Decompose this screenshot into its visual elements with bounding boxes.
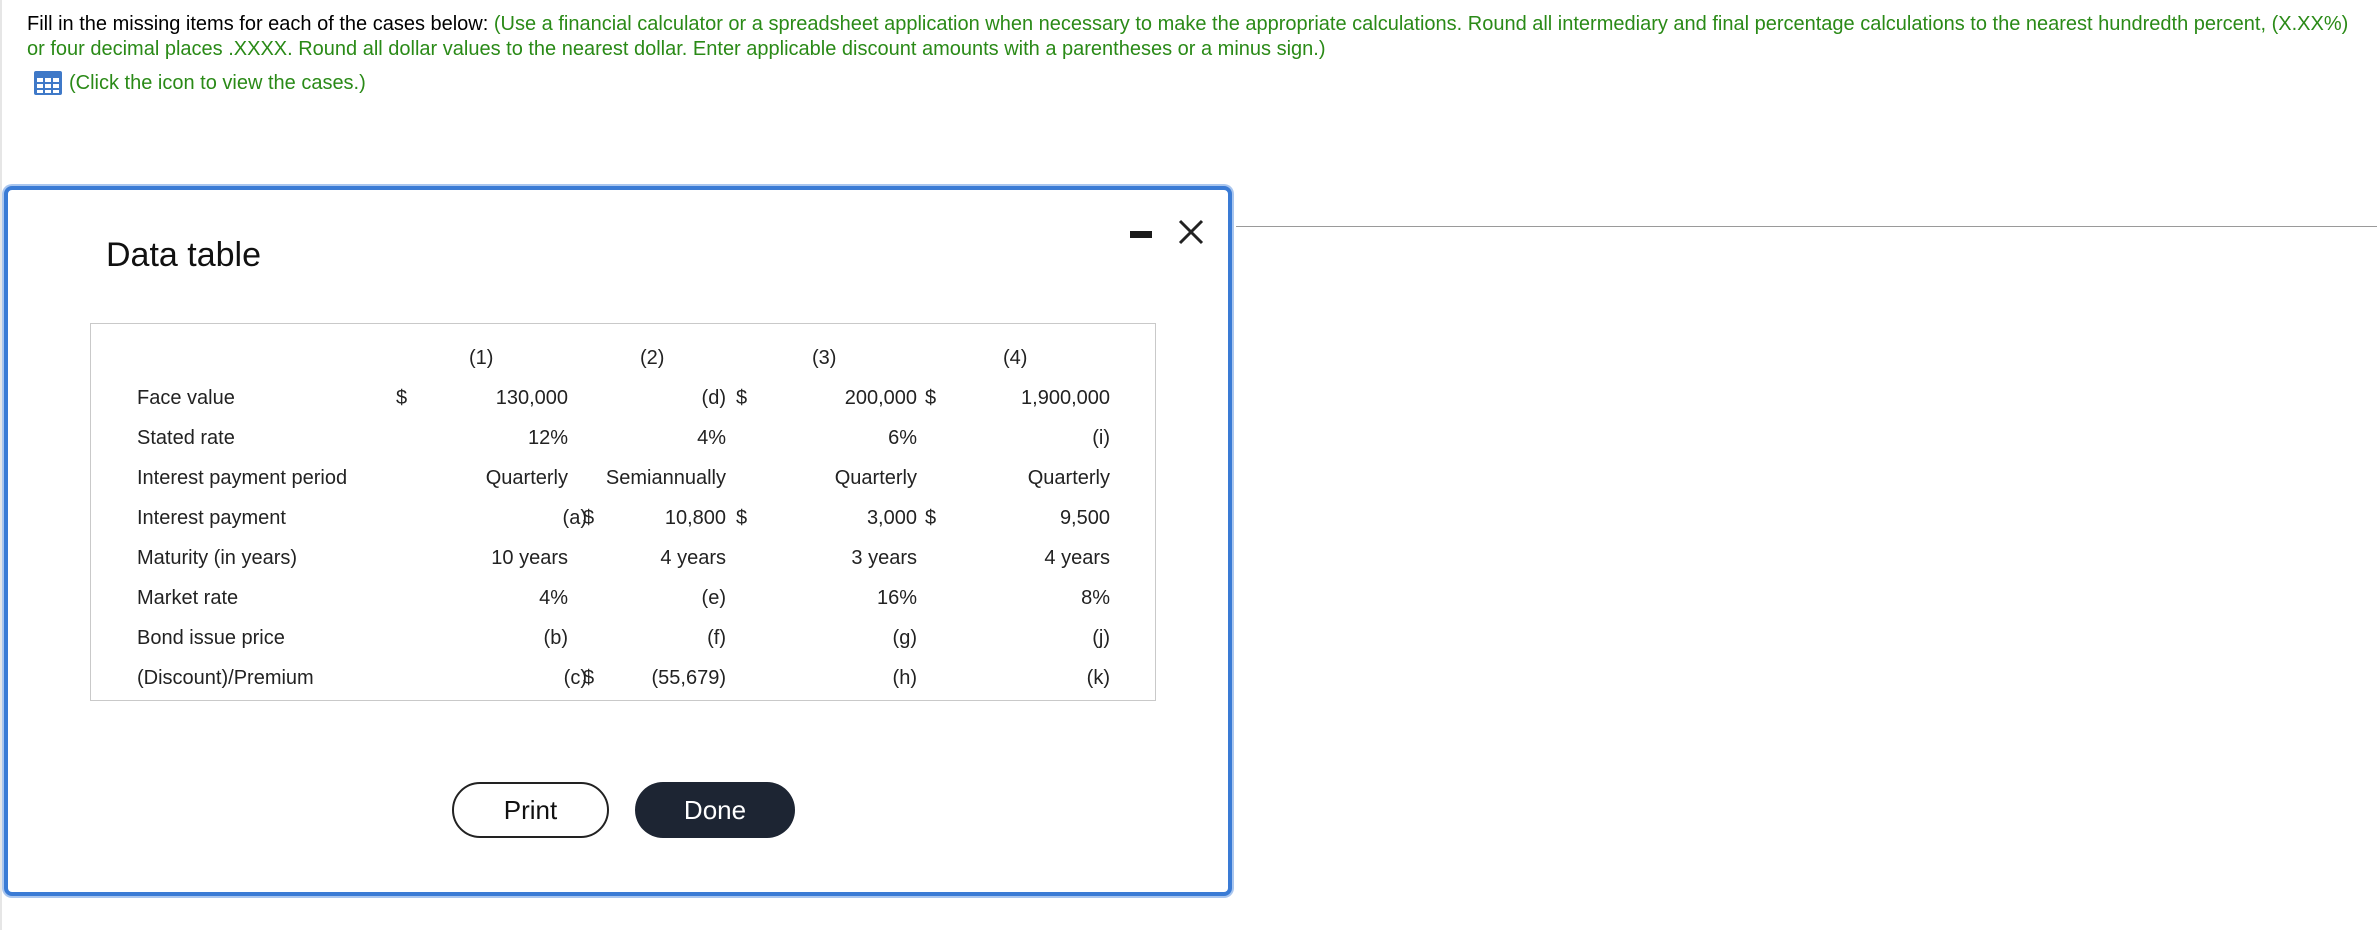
dollar-sign: $ [583, 507, 595, 529]
table-cell: (i) [1092, 427, 1110, 449]
table-cell: 200,000 [844, 387, 917, 409]
table-cell: 6% [888, 427, 917, 449]
table-cell: (j) [1092, 627, 1110, 649]
table-cell: 10,800 [664, 507, 726, 529]
table-cell: Semiannually [605, 467, 726, 489]
dollar-sign: $ [925, 507, 937, 529]
table-cell: 4 years [660, 547, 726, 569]
row-label-market-rate: Market rate [137, 587, 239, 609]
dollar-sign: $ [583, 667, 595, 689]
row-label-discount-premium: (Discount)/Premium [137, 667, 314, 689]
table-grid-icon[interactable] [33, 70, 63, 96]
table-cell: Quarterly [834, 467, 917, 489]
table-cell: 3 years [851, 547, 917, 569]
table-cell: 12% [527, 427, 568, 449]
column-header-4: (4) [1003, 347, 1028, 369]
table-cell: 4% [697, 427, 726, 449]
table-cell: (h) [892, 667, 917, 689]
table-cell: 4 years [1044, 547, 1110, 569]
table-cell: 1,900,000 [1021, 387, 1110, 409]
table-cell: (b) [543, 627, 568, 649]
table-cell: 9,500 [1059, 507, 1110, 529]
row-label-interest-payment-period: Interest payment period [137, 467, 348, 489]
column-header-3: (3) [812, 347, 837, 369]
row-label-bond-issue-price: Bond issue price [137, 627, 285, 649]
column-header-1: (1) [469, 347, 494, 369]
close-icon[interactable] [1176, 217, 1206, 247]
table-cell: (e) [701, 587, 726, 609]
table-cell: 10 years [491, 547, 568, 569]
table-cell: (k) [1086, 667, 1110, 689]
table-cell: Quarterly [485, 467, 568, 489]
left-border [0, 0, 2, 930]
table-cell: (d) [701, 387, 726, 409]
table-cell: (55,679) [651, 667, 727, 689]
view-cases-label[interactable]: (Click the icon to view the cases.) [69, 72, 366, 95]
table-cell: 16% [876, 587, 917, 609]
column-header-2: (2) [640, 347, 665, 369]
done-button[interactable]: Done [635, 782, 795, 838]
minimize-icon[interactable] [1130, 231, 1152, 238]
table-cell: Quarterly [1027, 467, 1110, 489]
table-cell: 3,000 [866, 507, 917, 529]
table-cell: (f) [707, 627, 726, 649]
row-label-stated-rate: Stated rate [137, 427, 235, 449]
divider [1236, 226, 2377, 227]
table-cell: 8% [1081, 587, 1110, 609]
view-cases-link[interactable]: (Click the icon to view the cases.) [33, 70, 366, 96]
table-cell: (g) [892, 627, 917, 649]
dollar-sign: $ [736, 507, 748, 529]
instructions: Fill in the missing items for each of th… [27, 12, 2367, 62]
row-label-face-value: Face value [137, 387, 235, 409]
dialog-title: Data table [106, 236, 261, 274]
dollar-sign: $ [925, 387, 937, 409]
table-cell: 4% [539, 587, 568, 609]
dollar-sign: $ [736, 387, 748, 409]
data-table-dialog: Data table (1) (2) (3) (4) Face value $ … [4, 186, 1232, 896]
dollar-sign: $ [396, 387, 408, 409]
table-cell: 130,000 [495, 387, 568, 409]
row-label-maturity: Maturity (in years) [137, 547, 298, 569]
print-button[interactable]: Print [452, 782, 609, 838]
instructions-prefix: Fill in the missing items for each of th… [27, 13, 494, 35]
cases-table: (1) (2) (3) (4) Face value $ 130,000 (d)… [90, 323, 1156, 701]
row-label-interest-payment: Interest payment [137, 507, 286, 529]
